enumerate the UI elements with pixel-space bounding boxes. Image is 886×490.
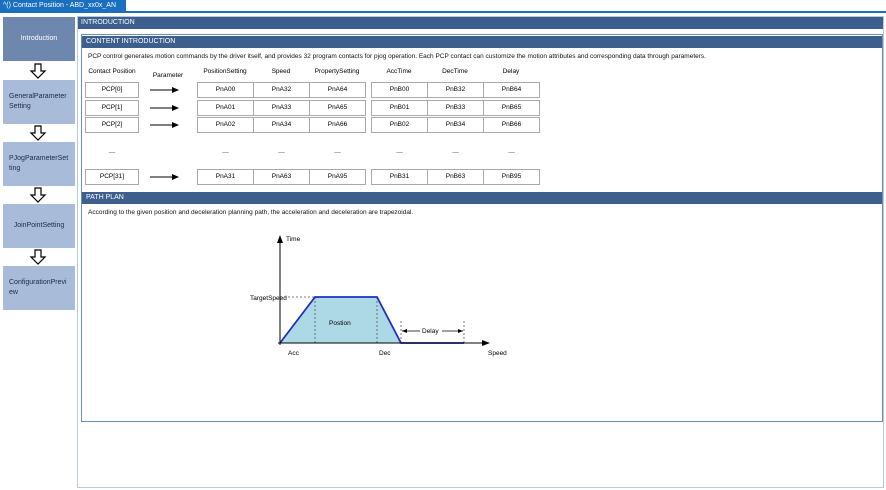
table-cell: PnA32 xyxy=(253,82,310,98)
table-cell: PnA33 xyxy=(253,100,310,116)
table-cell: PnA95 xyxy=(309,169,366,185)
table-cell: PCP[0] xyxy=(85,82,139,98)
path-plan-header: PATH PLAN xyxy=(82,192,882,204)
table-cell: PnB31 xyxy=(371,169,428,185)
table-cell: PnB65 xyxy=(483,100,540,116)
ellipsis: — xyxy=(452,149,459,156)
delay-label: Delay xyxy=(422,328,439,335)
table-cell: PnA65 xyxy=(309,100,366,116)
sidebar-item-label: PJogParameterSetting xyxy=(9,155,69,172)
main-panel: INTRODUCTION CONTENT INTRODUCTION PCP co… xyxy=(77,16,884,488)
sidebar-item-join-point-setting[interactable]: JoinPointSetting xyxy=(3,204,75,248)
column-header-property-setting: PropertySetting xyxy=(314,68,360,75)
dec-label: Dec xyxy=(379,350,391,357)
column-header-position-setting: PositionSetting xyxy=(203,68,247,75)
ellipsis: — xyxy=(508,149,515,156)
ellipsis: — xyxy=(278,149,285,156)
column-header-acc-time: AccTime xyxy=(386,68,412,75)
table-cell: PnA02 xyxy=(197,117,254,133)
delay-right-arrowhead xyxy=(458,329,463,333)
sidebar-item-introduction[interactable]: Introduction xyxy=(3,17,75,61)
table-cell: PnB32 xyxy=(427,82,484,98)
table-cell: PCP[31] xyxy=(85,169,139,185)
y-axis-arrowhead xyxy=(277,235,283,243)
table-cell: PnA00 xyxy=(197,82,254,98)
content-description: PCP control generates motion commands by… xyxy=(88,53,706,60)
window-title-tab[interactable]: ^() Contact Position - ABD_xx0x_AN xyxy=(0,0,126,11)
table-cell: PnB64 xyxy=(483,82,540,98)
sidebar-item-configuration-preview[interactable]: ConfigurationPreview xyxy=(3,266,75,310)
sidebar-item-label: Introduction xyxy=(20,35,58,42)
position-label: Postion xyxy=(329,320,351,327)
column-header-contact-position: Contact Position xyxy=(88,68,136,75)
table-cell: PnB34 xyxy=(427,117,484,133)
ellipsis: — xyxy=(334,149,341,156)
content-introduction-header: CONTENT INTRODUCTION xyxy=(82,36,882,48)
app-icon: ^() xyxy=(3,2,11,9)
y-axis-label: Time xyxy=(286,236,301,243)
sidebar-item-label: JoinPointSetting xyxy=(13,222,65,229)
sidebar-item-general-parameter-setting[interactable]: GeneralParameter Setting xyxy=(3,80,75,124)
column-header-speed: Speed xyxy=(271,68,291,75)
sidebar: Introduction GeneralParameter Setting PJ… xyxy=(0,13,76,490)
window-title: Contact Position - ABD_xx0x_AN xyxy=(12,2,117,9)
ellipsis: — xyxy=(396,149,403,156)
title-underline xyxy=(0,11,886,13)
right-arrow-icon xyxy=(150,122,179,128)
sidebar-item-label: GeneralParameter Setting xyxy=(9,93,67,110)
content-panel: CONTENT INTRODUCTION PCP control generat… xyxy=(81,34,883,422)
ellipsis: — xyxy=(108,149,116,156)
down-arrow-icon xyxy=(29,63,47,79)
table-cell: PnB01 xyxy=(371,100,428,116)
down-arrow-icon xyxy=(29,125,47,141)
right-arrow-icon xyxy=(150,105,179,111)
table-cell: PnB02 xyxy=(371,117,428,133)
table-cell: PCP[2] xyxy=(85,117,139,133)
path-plan-description: According to the given position and dece… xyxy=(88,209,414,216)
speed-profile-diagram: Time Speed TargetSpeed Postion Acc Dec D… xyxy=(250,235,507,357)
table-cell: PnB33 xyxy=(427,100,484,116)
table-cell: PnA63 xyxy=(253,169,310,185)
sidebar-item-pjog-parameter-setting[interactable]: PJogParameterSetting xyxy=(3,142,75,186)
delay-left-arrowhead xyxy=(402,329,407,333)
main-header: INTRODUCTION xyxy=(78,17,883,29)
x-axis-arrowhead xyxy=(482,340,490,346)
table-cell: PnA01 xyxy=(197,100,254,116)
table-cell: PnB95 xyxy=(483,169,540,185)
sidebar-item-label: ConfigurationPreview xyxy=(9,279,67,296)
ellipsis: — xyxy=(222,149,229,156)
right-arrow-icon xyxy=(150,87,179,93)
down-arrow-icon xyxy=(29,187,47,203)
table-cell: PnA31 xyxy=(197,169,254,185)
right-arrow-icon xyxy=(150,174,179,180)
table-cell: PCP[1] xyxy=(85,100,139,116)
column-header-parameter: Parameter xyxy=(152,72,184,79)
table-cell: PnA34 xyxy=(253,117,310,133)
acc-label: Acc xyxy=(288,350,300,357)
x-axis-label: Speed xyxy=(488,350,507,357)
column-header-delay: Delay xyxy=(502,68,520,75)
table-cell: PnB00 xyxy=(371,82,428,98)
column-header-dec-time: DecTime xyxy=(442,68,468,75)
down-arrow-icon xyxy=(29,249,47,265)
table-cell: PnB63 xyxy=(427,169,484,185)
table-cell: PnB66 xyxy=(483,117,540,133)
table-cell: PnA64 xyxy=(309,82,366,98)
table-cell: PnA66 xyxy=(309,117,366,133)
target-speed-label: TargetSpeed xyxy=(250,295,287,302)
